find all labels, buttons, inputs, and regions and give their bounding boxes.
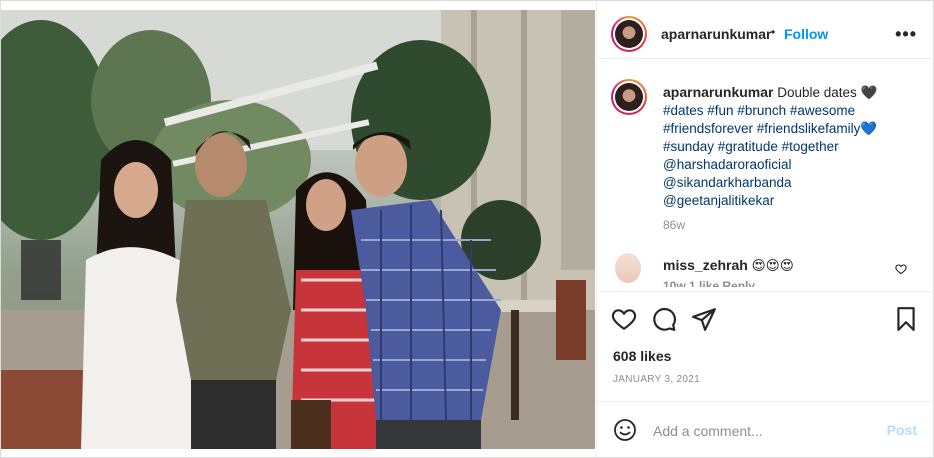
more-horizontal-icon[interactable]: ••• <box>895 24 917 45</box>
smiley-icon[interactable] <box>613 418 637 442</box>
comment-meta[interactable]: 10w 1 like Reply <box>663 279 755 287</box>
caption-text: Double dates 🖤 <box>777 85 878 100</box>
post-side-panel: aparnarunkumar • Follow ••• aparnarunkum… <box>596 1 934 457</box>
caption-age[interactable]: 86w <box>663 216 923 234</box>
comment-input[interactable] <box>651 420 875 442</box>
caption-hashtags-1[interactable]: #dates #fun #brunch #awesome <box>663 102 923 120</box>
post-frame: aparnarunkumar • Follow ••• aparnarunkum… <box>0 0 934 458</box>
heart-icon[interactable] <box>611 306 637 332</box>
caption-mention-3[interactable]: @geetanjalitikekar <box>663 192 923 210</box>
photo-illustration <box>1 10 595 449</box>
bookmark-icon[interactable] <box>893 306 919 332</box>
comment-text: 😍😍😍 <box>751 258 794 273</box>
like-count[interactable]: 608 likes <box>613 348 671 364</box>
action-bar: 608 likes JANUARY 3, 2021 <box>597 291 934 402</box>
commenter-avatar[interactable] <box>615 253 641 283</box>
post-photo[interactable] <box>1 10 595 449</box>
comment-row: miss_zehrah 😍😍😍 10w 1 like Reply <box>611 251 921 287</box>
post-comment-button[interactable]: Post <box>887 422 917 438</box>
commenter-username[interactable]: miss_zehrah <box>663 257 748 273</box>
caption-username[interactable]: aparnarunkumar <box>663 84 773 100</box>
caption-mention-1[interactable]: @harshadaroraoficial <box>663 156 923 174</box>
follow-button[interactable]: Follow <box>784 26 828 42</box>
caption-mention-2[interactable]: @sikandarkharbanda <box>663 174 923 192</box>
caption-avatar[interactable] <box>611 79 647 115</box>
author-username[interactable]: aparnarunkumar <box>661 26 771 42</box>
send-icon[interactable] <box>691 306 717 332</box>
add-comment-bar: Post <box>597 401 934 458</box>
comment-icon[interactable] <box>651 306 677 332</box>
comment-like-icon[interactable] <box>895 263 907 275</box>
author-avatar[interactable] <box>611 16 647 52</box>
header-separator: • <box>771 25 776 39</box>
caption-hashtags-3[interactable]: #sunday #gratitude #together <box>663 138 923 156</box>
post-date: JANUARY 3, 2021 <box>613 374 700 385</box>
post-header: aparnarunkumar • Follow ••• <box>597 10 934 59</box>
caption-hashtags-2[interactable]: #friendsforever #friendslikefamily💙 <box>663 120 923 138</box>
